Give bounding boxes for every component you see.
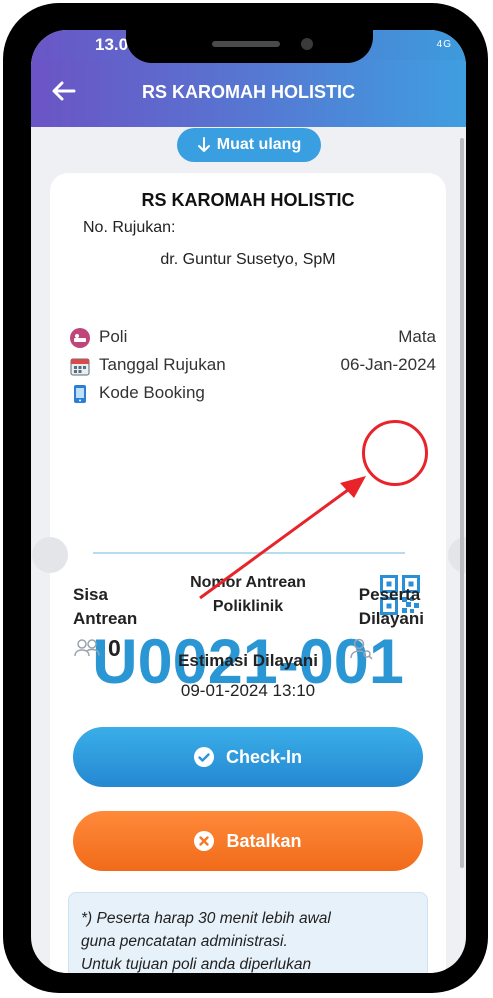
scrollbar[interactable] <box>460 138 464 868</box>
ticket-divider <box>93 552 405 554</box>
checkin-label: Check-In <box>225 746 303 767</box>
tanggal-value: 06-Jan-2024 <box>340 355 436 374</box>
doctor-name: dr. Guntur Susetyo, SpM <box>160 251 336 268</box>
row-poli: Poli Mata <box>70 326 436 350</box>
remaining-queue-label: Sisa Antrean <box>73 583 137 631</box>
screen: 13.0 4G RS KAROMAH HOLISTIC Muat ulang R… <box>31 30 466 973</box>
front-camera <box>301 38 313 50</box>
cancel-button[interactable]: Batalkan <box>73 811 423 871</box>
phone-icon <box>74 385 86 403</box>
row-tanggal: Tanggal Rujukan 06-Jan-2024 <box>70 354 436 378</box>
reload-button[interactable]: Muat ulang <box>177 128 321 162</box>
clinic-icon <box>70 328 90 348</box>
estimate-label: Estimasi Dilayani <box>178 651 318 670</box>
signal-label: 4G <box>436 39 452 50</box>
app-title: RS KAROMAH HOLISTIC <box>142 82 355 102</box>
note-line-3: Untuk tujuan poli anda diperlukan <box>81 956 312 973</box>
app-bar: RS KAROMAH HOLISTIC <box>31 60 466 127</box>
checkin-button[interactable]: Check-In <box>73 727 423 787</box>
served-label: Peserta Dilayani <box>359 583 424 631</box>
ticket-notch-left <box>32 537 68 573</box>
tanggal-label: Tanggal Rujukan <box>99 355 226 374</box>
served-label-line1: Peserta <box>358 585 421 604</box>
close-circle-icon <box>194 831 215 851</box>
calendar-icon <box>70 358 90 376</box>
arrow-down-icon <box>197 137 210 152</box>
remaining-label-line1: Sisa <box>73 585 108 604</box>
status-time: 13.0 <box>95 35 129 54</box>
served-label-line2: Dilayani <box>358 609 424 628</box>
note-line-1: *) Peserta harap 30 menit lebih awal <box>81 910 331 927</box>
kode-booking-label: Kode Booking <box>99 383 205 402</box>
note-line-2: guna pencatatan administrasi. <box>81 933 288 950</box>
hospital-name: RS KAROMAH HOLISTIC <box>141 190 355 210</box>
poli-value: Mata <box>398 327 436 346</box>
estimate-value: 09-01-2024 13:10 <box>180 681 316 700</box>
cancel-label: Batalkan <box>226 830 302 851</box>
ticket-card: RS KAROMAH HOLISTIC No. Rujukan: dr. Gun… <box>32 173 466 973</box>
signal-indicator: 4G <box>437 39 452 50</box>
info-note: *) Peserta harap 30 menit lebih awal gun… <box>68 892 428 973</box>
poli-label: Poli <box>99 327 128 346</box>
phone-frame: 13.0 4G RS KAROMAH HOLISTIC Muat ulang R… <box>3 3 488 993</box>
check-circle-icon <box>193 747 214 767</box>
remaining-label-line2: Antrean <box>73 609 138 628</box>
speaker-grill <box>212 41 280 47</box>
row-kode-booking: Kode Booking <box>70 382 436 406</box>
annotation-circle <box>362 420 428 486</box>
reload-label: Muat ulang <box>216 136 302 153</box>
referral-label: No. Rujukan: <box>83 219 176 236</box>
